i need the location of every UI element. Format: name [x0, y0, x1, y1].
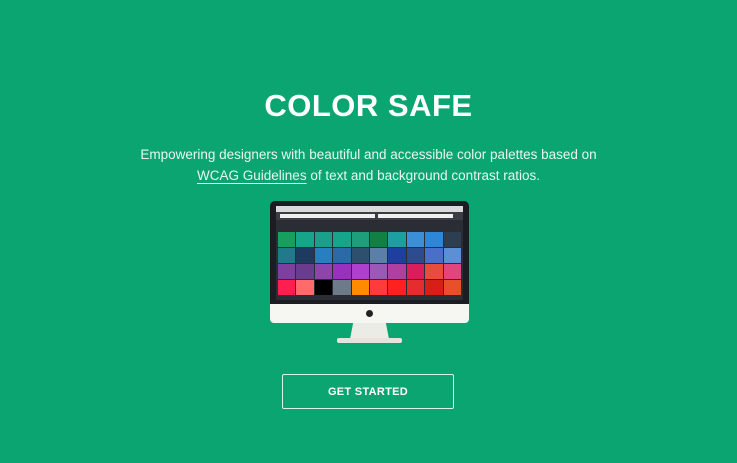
monitor-chin [270, 304, 469, 323]
screen-toolbar [276, 212, 463, 220]
color-swatch [425, 280, 443, 295]
color-swatch [333, 280, 351, 295]
color-swatch [443, 232, 461, 247]
screen-input-field [280, 214, 375, 218]
color-swatch [296, 280, 314, 295]
color-swatch [406, 232, 425, 247]
color-swatch [314, 232, 333, 247]
monitor-stand-neck [350, 323, 389, 339]
color-swatch [333, 248, 351, 263]
color-swatch [296, 248, 314, 263]
monitor-stand-base [337, 338, 402, 343]
monitor-illustration [270, 201, 469, 344]
color-swatch [333, 264, 351, 279]
color-swatch [388, 232, 406, 247]
color-swatch [443, 280, 461, 295]
color-swatch [369, 248, 388, 263]
screen-input-field [378, 214, 453, 218]
page-title: COLOR SAFE [264, 88, 473, 123]
monitor-logo-dot [366, 310, 373, 317]
monitor-screen [276, 206, 463, 300]
color-swatch [443, 264, 461, 279]
color-swatch [351, 264, 369, 279]
color-swatch-grid [278, 232, 461, 300]
tagline-text-2: of text and background contrast ratios. [306, 168, 540, 183]
color-swatch [369, 232, 388, 247]
color-swatch [406, 248, 425, 263]
color-swatch [369, 280, 388, 295]
color-swatch [369, 264, 388, 279]
color-swatch [351, 280, 369, 295]
color-swatch [278, 264, 296, 279]
color-swatch [406, 280, 425, 295]
color-swatch [278, 248, 296, 263]
color-swatch [351, 248, 369, 263]
color-swatch [314, 248, 333, 263]
color-swatch [388, 264, 406, 279]
color-swatch [296, 232, 314, 247]
get-started-button[interactable]: GET STARTED [282, 374, 454, 409]
tagline: Empowering designers with beautiful and … [0, 144, 737, 186]
color-swatch [314, 280, 333, 295]
wcag-guidelines-link[interactable]: WCAG Guidelines [197, 168, 307, 183]
color-swatch [296, 264, 314, 279]
color-swatch [333, 232, 351, 247]
color-swatch [425, 232, 443, 247]
color-swatch [425, 248, 443, 263]
monitor-bezel [270, 201, 469, 304]
color-swatch [388, 248, 406, 263]
color-swatch [278, 280, 296, 295]
color-swatch [351, 232, 369, 247]
color-swatch [443, 248, 461, 263]
color-swatch [278, 232, 296, 247]
color-swatch [406, 264, 425, 279]
color-swatch [314, 264, 333, 279]
color-swatch [388, 280, 406, 295]
color-swatch [425, 264, 443, 279]
tagline-text-1: Empowering designers with beautiful and … [140, 147, 597, 162]
